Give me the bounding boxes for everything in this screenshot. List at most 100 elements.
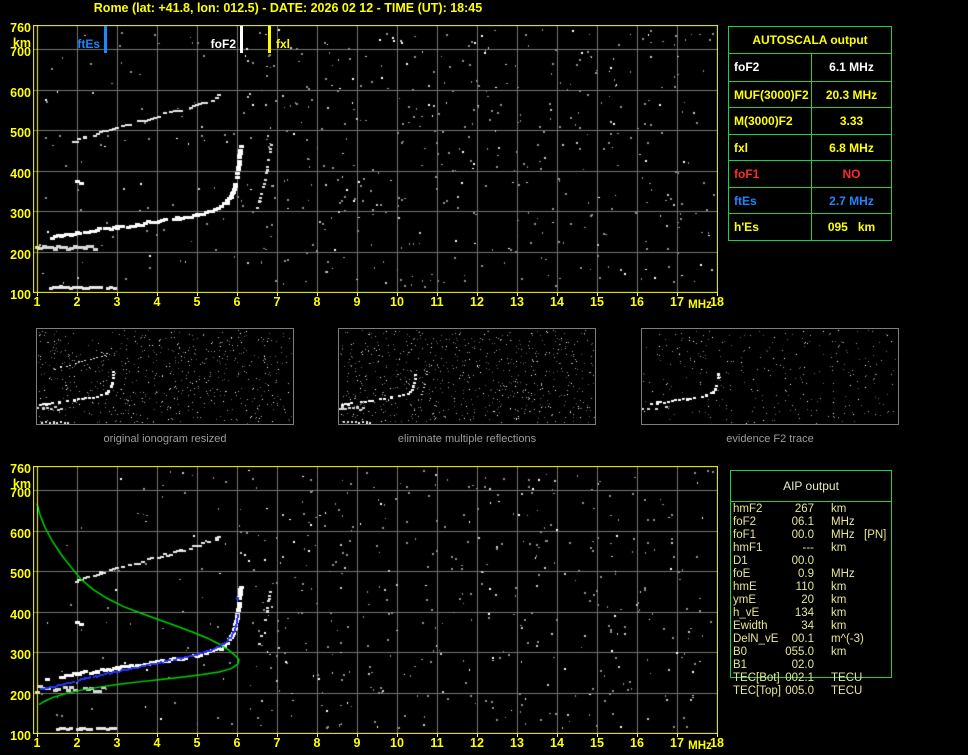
autoscala-window: Rome (lat: +41.8, lon: 012.5) - DATE: 20… [0, 0, 968, 755]
aip-label: B0 [733, 646, 748, 658]
ionogram-top-canvas [33, 25, 718, 293]
aip-value: 055.0 [785, 646, 814, 658]
aip-unit: MHz [831, 529, 855, 541]
marker-label-ftes: ftEs [77, 37, 100, 51]
x-tick-label: 6 [233, 736, 241, 750]
x-tick-mark [237, 293, 238, 296]
aip-label: D1 [733, 555, 748, 567]
x-axis-unit-label: MHz [688, 299, 712, 311]
aip-value: 00.0 [791, 555, 814, 567]
marker-label-fof2: foF2 [210, 37, 236, 51]
autoscala-row: M(3000)F2 3.33 [729, 107, 891, 134]
autoscala-row-value: 095 km [827, 220, 876, 234]
aip-value: 0.9 [798, 568, 814, 580]
x-tick-label: 14 [550, 295, 564, 309]
aip-table-title: AIP output [731, 471, 891, 502]
y-tick-label: 300 [10, 207, 31, 222]
x-tick-label: 4 [153, 736, 161, 750]
aip-row: ymE 20 km [730, 594, 910, 607]
autoscala-row: ftEs 2.7 MHz [729, 186, 891, 213]
x-tick-mark [677, 293, 678, 296]
y-tick-label: 600 [10, 526, 31, 541]
autoscala-row-label: foF2 [729, 54, 812, 81]
x-tick-label: 7 [273, 736, 281, 750]
aip-unit: km [831, 581, 847, 593]
marker-line-fxl [268, 26, 271, 53]
x-tick-label: 3 [113, 295, 121, 309]
aip-label: foF2 [733, 516, 757, 528]
aip-unit: MHz [831, 516, 855, 528]
x-tick-label: 10 [390, 295, 404, 309]
x-tick-label: 15 [590, 295, 604, 309]
autoscala-row: foF1 NO [729, 160, 891, 187]
aip-value: 34 [801, 620, 814, 632]
x-tick-label: 9 [353, 736, 361, 750]
aip-row: DelN_vE 00.1 m^(-3) [730, 633, 910, 646]
aip-label: h_vE [733, 607, 760, 619]
aip-row: TEC[Top] 005.0 TECU [730, 685, 910, 698]
autoscala-row: h'Es 095 km [729, 213, 891, 240]
aip-unit: km [831, 503, 847, 515]
x-tick-label: 8 [313, 736, 321, 750]
x-tick-mark [237, 734, 238, 737]
x-tick-mark [597, 293, 598, 296]
aip-row: h_vE 134 km [730, 607, 910, 620]
aip-unit: km [831, 542, 847, 554]
y-tick-label: 600 [10, 85, 31, 100]
aip-value: 005.0 [785, 685, 814, 697]
x-tick-label: 3 [113, 736, 121, 750]
x-tick-mark [517, 734, 518, 737]
thumbnail-eliminate-reflections [338, 328, 596, 425]
x-tick-label: 11 [430, 736, 444, 750]
x-tick-label: 6 [233, 295, 241, 309]
x-tick-mark [397, 734, 398, 737]
x-tick-mark [477, 734, 478, 737]
ionogram-bottom-canvas [33, 466, 718, 734]
aip-unit: km [831, 607, 847, 619]
thumbnail-original-ionogram [36, 328, 294, 425]
x-tick-label: 5 [193, 736, 201, 750]
x-tick-label: 14 [550, 736, 564, 750]
aip-unit: km [831, 646, 847, 658]
x-tick-mark [677, 734, 678, 737]
x-tick-mark [277, 293, 278, 296]
autoscala-row-label: h'Es [729, 214, 812, 240]
y-tick-label: 760 [10, 21, 31, 35]
aip-row: foF2 06.1 MHz [730, 516, 910, 529]
aip-label: hmF1 [733, 542, 763, 554]
autoscala-row-label: ftEs [729, 187, 812, 213]
x-tick-label: 16 [630, 736, 644, 750]
x-tick-label: 16 [630, 295, 644, 309]
aip-label: hmF2 [733, 503, 763, 515]
thumbnail-eliminate-reflections-canvas [339, 329, 595, 424]
x-tick-label: 13 [510, 736, 524, 750]
x-tick-mark [157, 293, 158, 296]
aip-value: 134 [794, 607, 814, 619]
x-tick-label: 12 [470, 295, 484, 309]
x-tick-label: 10 [390, 736, 404, 750]
autoscala-row-value: 6.1 MHz [829, 60, 874, 74]
x-tick-label: 1 [33, 295, 41, 309]
aip-label: Ewidth [733, 620, 768, 632]
x-tick-mark [117, 734, 118, 737]
x-tick-mark [77, 293, 78, 296]
x-tick-mark [557, 734, 558, 737]
autoscala-row-value: 6.8 MHz [829, 140, 874, 155]
autoscala-row-label: MUF(3000)F2 [729, 81, 812, 107]
aip-value: 02.0 [791, 659, 814, 671]
aip-row: hmE 110 km [730, 581, 910, 594]
x-tick-mark [477, 293, 478, 296]
aip-row: foE 0.9 MHz [730, 568, 910, 581]
thumbnail-caption-original: original ionogram resized [103, 433, 227, 445]
aip-label: B1 [733, 659, 748, 671]
aip-row: Ewidth 34 km [730, 620, 910, 633]
x-tick-mark [357, 734, 358, 737]
aip-unit: km [831, 594, 847, 606]
x-tick-mark [317, 293, 318, 296]
x-tick-label: 9 [353, 295, 361, 309]
aip-value: 00.0 [791, 529, 814, 541]
aip-unit: m^(-3) [831, 633, 864, 645]
autoscala-table-rows: foF2 6.1 MHz MUF(3000)F2 20.3 MHz M(3000)F2 3… [729, 54, 891, 240]
aip-label: ymE [733, 594, 756, 606]
x-tick-label: 11 [430, 295, 444, 309]
